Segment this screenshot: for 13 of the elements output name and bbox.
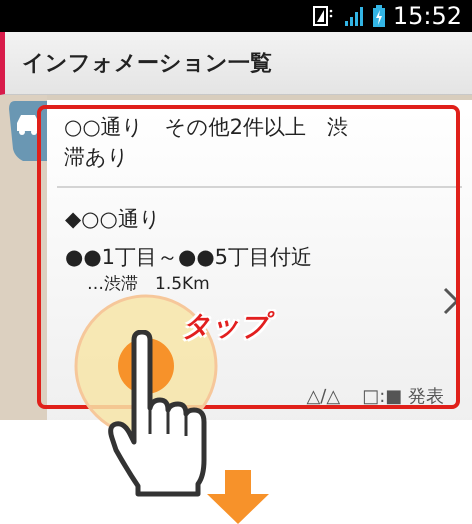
battery-charging-icon bbox=[372, 5, 385, 27]
section-text: ●●1丁目～●●5丁目付近 bbox=[65, 244, 314, 271]
congestion-detail: …渋滞 1.5Km bbox=[87, 273, 211, 296]
screen-title: インフォメーション一覧 bbox=[22, 50, 272, 78]
down-arrow-icon bbox=[207, 470, 269, 524]
road-name: ◆○○通り bbox=[65, 206, 162, 233]
signal-icon bbox=[342, 5, 365, 27]
date-text: △/△ bbox=[306, 385, 340, 409]
screen-rotation-icon bbox=[312, 5, 335, 27]
tap-label: タップ bbox=[176, 306, 275, 346]
announce-text: □:■ 発表 bbox=[362, 385, 444, 409]
clock-time: 15:52 bbox=[392, 4, 462, 28]
card-headline: ○○通り その他2件以上 渋滞あり bbox=[64, 114, 350, 171]
